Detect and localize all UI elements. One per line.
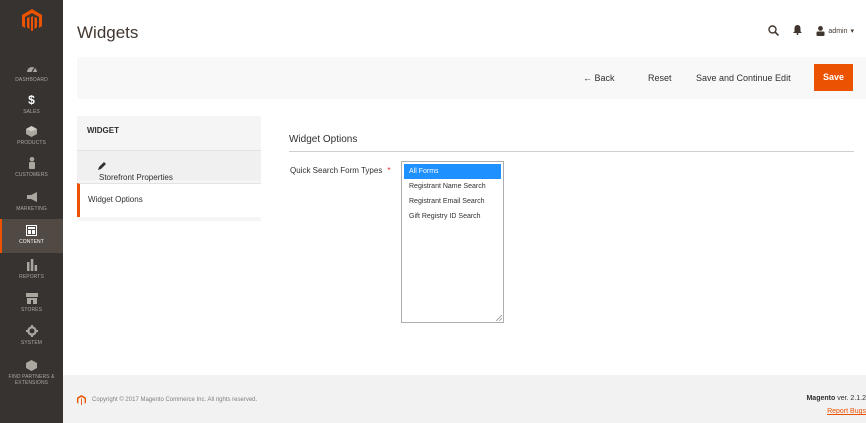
widget-tabs: WIDGET Storefront Properties Widget Opti… (77, 116, 261, 221)
field-label-text: Quick Search Form Types (290, 166, 383, 175)
menu-item-label: Dashboard (15, 77, 48, 83)
menu-item-reports[interactable]: Reports (0, 254, 63, 288)
option-registrant-email-search[interactable]: Registrant Email Search (404, 194, 501, 209)
page-footer: Copyright © 2017 Magento Commerce Inc. A… (63, 375, 866, 423)
resize-handle-icon[interactable] (496, 315, 502, 321)
page-title: Widgets (77, 23, 139, 42)
search-icon[interactable] (768, 24, 780, 38)
save-button[interactable]: Save (814, 64, 853, 91)
fieldset-title: Widget Options (289, 134, 358, 145)
dollar-icon: $ (28, 93, 35, 107)
bar-chart-icon (0, 258, 63, 272)
cube-extension-icon (0, 358, 63, 372)
option-gift-registry-id-search[interactable]: Gift Registry ID Search (404, 209, 501, 224)
menu-item-label: Marketing (16, 206, 47, 212)
fieldset-divider (289, 151, 854, 152)
menu-item-label: Content (19, 239, 44, 245)
pencil-icon (98, 162, 106, 170)
quick-search-form-types-multiselect[interactable]: All Forms Registrant Name Search Registr… (401, 161, 504, 323)
tab-label: Widget Options (88, 195, 143, 204)
menu-item-label: Customers (15, 172, 48, 178)
menu-item-products[interactable]: Products (0, 120, 63, 154)
copyright-text: Copyright © 2017 Magento Commerce Inc. A… (92, 397, 258, 403)
person-icon (0, 156, 63, 170)
menu-item-label: System (20, 340, 43, 346)
menu-item-label: Sales (23, 109, 40, 115)
option-all-forms[interactable]: All Forms (404, 164, 501, 179)
menu-item-system[interactable]: System (0, 320, 63, 354)
copyright: Copyright © 2017 Magento Commerce Inc. A… (77, 395, 257, 405)
menu-item-label: Stores (20, 307, 43, 313)
arrow-left-icon: ← (583, 73, 595, 83)
quick-search-form-types-label: Quick Search Form Types * (290, 166, 390, 175)
menu-item-content[interactable]: Content (0, 219, 63, 253)
menu-item-partners[interactable]: Find Partners & Extensions (0, 354, 63, 394)
menu-item-label: Reports (19, 274, 44, 280)
magento-logo-icon[interactable] (22, 9, 42, 31)
user-account-menu[interactable]: admin ▾ (816, 26, 854, 36)
tab-storefront-properties[interactable]: Storefront Properties (77, 150, 261, 182)
megaphone-icon (0, 190, 63, 204)
version-number: ver. 2.1.2 (835, 395, 866, 402)
user-icon (816, 26, 825, 36)
store-icon (0, 291, 63, 305)
back-button[interactable]: ← Back (583, 71, 615, 85)
tabs-title: WIDGET (87, 126, 119, 135)
layout-icon (0, 223, 63, 237)
option-registrant-name-search[interactable]: Registrant Name Search (404, 179, 501, 194)
menu-item-sales[interactable]: $ Sales (0, 89, 63, 123)
header-actions: admin ▾ (768, 22, 854, 40)
menu-item-label: Products (17, 140, 46, 146)
save-and-continue-button[interactable]: Save and Continue Edit (696, 71, 791, 85)
menu-item-marketing[interactable]: Marketing (0, 186, 63, 220)
brand-name: Magento (806, 395, 836, 402)
menu-item-stores[interactable]: Stores (0, 287, 63, 321)
menu-item-customers[interactable]: Customers (0, 152, 63, 186)
reset-button[interactable]: Reset (648, 71, 672, 85)
report-bugs-link[interactable]: Report Bugs (827, 408, 866, 415)
notifications-bell-icon[interactable] (793, 25, 803, 37)
version-info: Magento ver. 2.1.2 (806, 395, 866, 402)
tab-label: Storefront Properties (99, 173, 173, 182)
page-content: Widgets admin ▾ ← Back Reset Save and Co… (63, 0, 866, 423)
page-actions-bar: ← Back Reset Save and Continue Edit Save (77, 57, 866, 99)
dashboard-icon (0, 61, 63, 75)
required-marker: * (387, 166, 391, 175)
cube-icon (0, 124, 63, 138)
menu-item-label: Find Partners & Extensions (8, 374, 55, 386)
menu-item-dashboard[interactable]: Dashboard (0, 57, 63, 91)
back-button-label: Back (594, 73, 615, 83)
magento-logo-icon (77, 395, 86, 405)
user-name: admin (828, 27, 848, 35)
admin-menu: Dashboard $ Sales Products Customers Mar… (0, 0, 63, 423)
tab-widget-options[interactable]: Widget Options (77, 183, 261, 217)
chevron-down-icon: ▾ (850, 28, 854, 35)
gear-icon (0, 324, 63, 338)
